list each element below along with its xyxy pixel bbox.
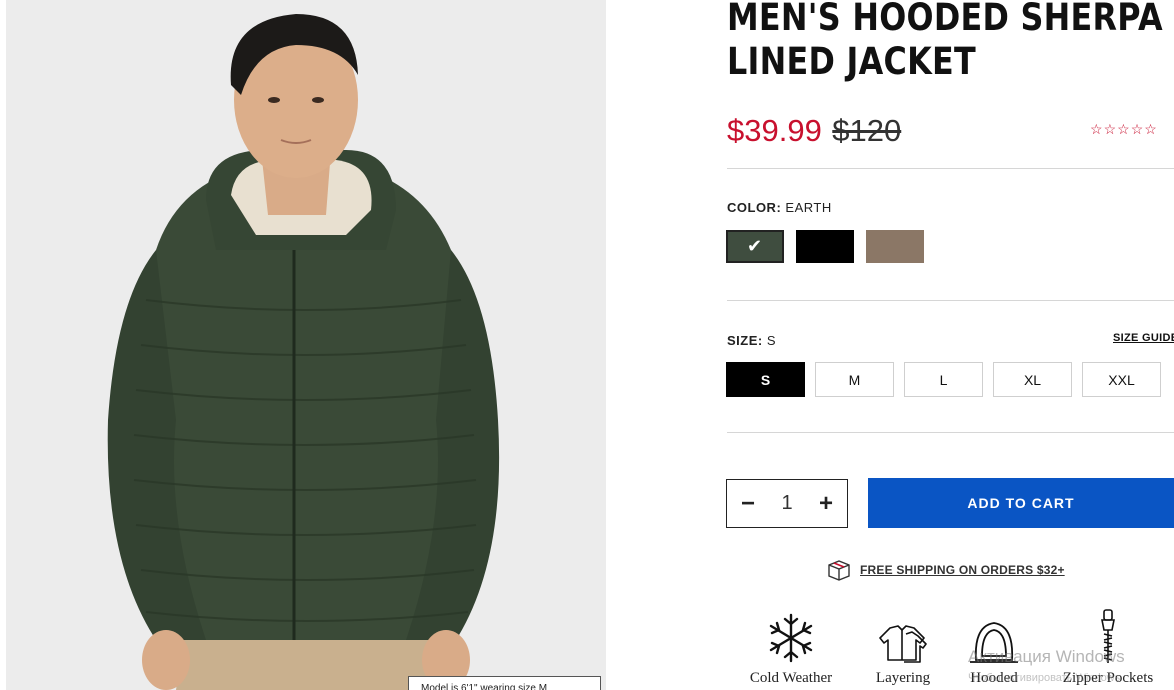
divider (727, 168, 1174, 169)
product-title-line2: LINED JACKET (727, 40, 976, 83)
size-option-s[interactable]: S (726, 362, 805, 397)
layering-icon (879, 625, 927, 663)
color-swatch-earth[interactable]: ✔ (726, 230, 784, 263)
color-label: COLOR: (727, 200, 782, 215)
decrease-quantity-button[interactable]: − (737, 490, 759, 518)
color-swatch-taupe[interactable] (866, 230, 924, 263)
star-icon: ☆ (1144, 121, 1158, 137)
box-icon (828, 560, 850, 581)
rating-stars[interactable]: ☆☆☆☆☆ (1090, 121, 1158, 138)
os-activation-watermark: Активация Windows (968, 647, 1125, 666)
feature-label: Cold Weather (749, 670, 833, 686)
feature-cold-weather: Cold Weather (743, 608, 839, 687)
snowflake-icon (769, 613, 813, 663)
size-selected-value: S (766, 333, 777, 348)
product-photo-illustration (6, 0, 606, 690)
quantity-stepper: − 1 + (726, 479, 848, 528)
star-icon: ☆ (1130, 121, 1145, 137)
free-shipping-link[interactable]: FREE SHIPPING ON ORDERS $32+ (860, 563, 1065, 577)
divider (727, 300, 1174, 301)
free-shipping-banner: FREE SHIPPING ON ORDERS $32+ (826, 558, 1065, 582)
checkmark-icon: ✔ (747, 236, 763, 256)
star-icon: ☆ (1117, 121, 1131, 137)
add-to-cart-button[interactable]: ADD TO CART (868, 478, 1174, 528)
os-activation-watermark-sub: Чтобы активировать Windows (968, 672, 1121, 684)
divider (727, 432, 1174, 433)
size-guide-link[interactable]: SIZE GUIDE (1113, 332, 1174, 344)
size-label: SIZE: (727, 333, 763, 348)
sale-price: $39.99 (727, 113, 822, 148)
original-price: $120 (832, 113, 902, 148)
feature-layering: Layering (866, 608, 940, 687)
size-option-xxl[interactable]: XXL (1082, 362, 1161, 397)
color-swatch-black[interactable] (796, 230, 854, 263)
increase-quantity-button[interactable]: + (815, 490, 837, 518)
price-row: $39.99 $120 (727, 113, 901, 153)
size-label-row: SIZE: S (727, 333, 776, 348)
size-option-l[interactable]: L (904, 362, 983, 397)
feature-label: Layering (875, 670, 931, 686)
product-title-line1: MEN'S HOODED SHERPA (727, 0, 1163, 39)
quantity-input[interactable]: 1 (772, 492, 802, 515)
color-label-row: COLOR: EARTH (727, 200, 832, 215)
size-option-m[interactable]: M (815, 362, 894, 397)
star-icon: ☆ (1090, 121, 1104, 137)
star-icon: ☆ (1103, 121, 1118, 137)
size-option-xl[interactable]: XL (993, 362, 1072, 397)
color-selected-value: EARTH (785, 200, 832, 215)
image-caption: Model is 6'1" wearing size M (408, 676, 601, 690)
product-image[interactable]: Model is 6'1" wearing size M (6, 0, 606, 690)
product-title: MEN'S HOODED SHERPA LINED JACKET (727, 0, 1174, 84)
